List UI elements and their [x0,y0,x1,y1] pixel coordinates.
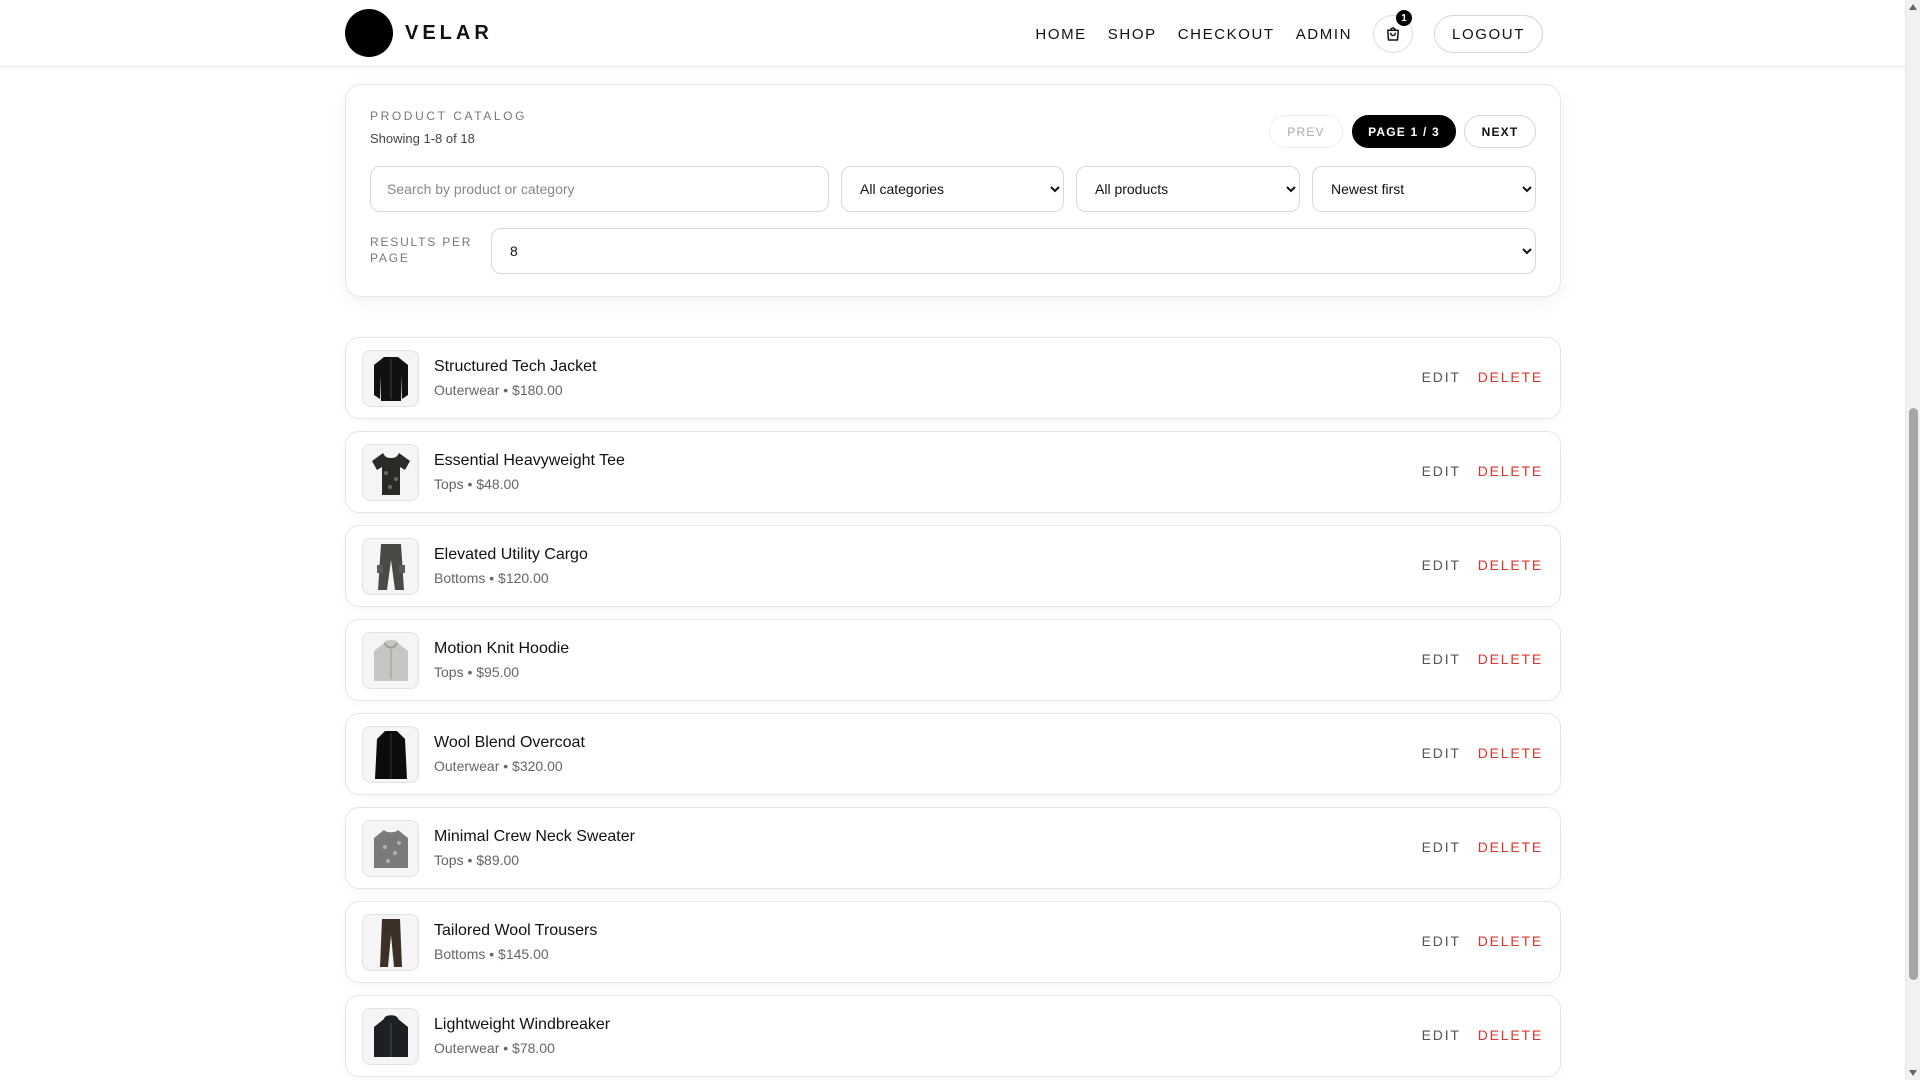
delete-button[interactable]: DELETE [1478,651,1543,667]
coat-icon [374,730,407,779]
product-row: Lightweight Windbreaker Outerwear • $78.… [345,995,1561,1077]
prev-page-button[interactable]: PREV [1269,115,1343,148]
edit-button[interactable]: EDIT [1422,933,1461,949]
scrollbar-thumb[interactable] [1909,408,1918,980]
main-nav: HOME SHOP CHECKOUT ADMIN 1 LOGOUT [1035,10,1543,53]
page-indicator: PAGE 1 / 3 [1352,115,1456,148]
product-meta: Bottoms • $145.00 [434,946,549,962]
pagination: PREV PAGE 1 / 3 NEXT [1269,115,1536,148]
nav-checkout[interactable]: CHECKOUT [1178,26,1275,43]
edit-button[interactable]: EDIT [1422,557,1461,573]
product-thumbnail [362,1008,419,1065]
brand-name: VELAR [405,21,493,44]
product-row: Motion Knit Hoodie Tops • $95.00 EDIT DE… [345,619,1561,701]
product-name: Minimal Crew Neck Sweater [434,828,635,845]
trousers-icon [376,543,405,590]
cart-button[interactable]: 1 [1373,10,1414,53]
logo-icon [345,9,393,57]
sweater-icon [373,829,408,868]
top-bar: VELAR HOME SHOP CHECKOUT ADMIN 1 LOGOUT [0,0,1905,67]
product-meta: Tops • $48.00 [434,476,520,492]
delete-button[interactable]: DELETE [1478,839,1543,855]
product-meta: Tops • $89.00 [434,852,520,868]
nav-shop[interactable]: SHOP [1108,26,1157,43]
product-thumbnail [362,444,419,501]
product-name: Wool Blend Overcoat [434,734,585,751]
cart-count-badge: 1 [1396,10,1413,26]
jacket-icon [373,356,408,401]
product-meta: Outerwear • $78.00 [434,1040,555,1056]
results-count: Showing 1-8 of 18 [370,131,475,146]
product-thumbnail [362,914,419,971]
product-thumbnail [362,632,419,689]
scroll-up-arrow-icon[interactable] [1909,4,1917,10]
product-row: Structured Tech Jacket Outerwear • $180.… [345,337,1561,419]
hoodie-icon [373,639,408,681]
delete-button[interactable]: DELETE [1478,1027,1543,1043]
product-name: Elevated Utility Cargo [434,546,588,563]
edit-button[interactable]: EDIT [1422,463,1461,479]
product-row: Elevated Utility Cargo Bottoms • $120.00… [345,525,1561,607]
product-row: Wool Blend Overcoat Outerwear • $320.00 … [345,713,1561,795]
product-thumbnail [362,820,419,877]
product-name: Tailored Wool Trousers [434,922,598,939]
product-name: Motion Knit Hoodie [434,640,570,657]
next-page-button[interactable]: NEXT [1464,115,1536,148]
product-thumbnail [362,726,419,783]
edit-button[interactable]: EDIT [1422,651,1461,667]
catalog-title: PRODUCT CATALOG [370,109,528,123]
product-thumbnail [362,538,419,595]
results-per-page-label: RESULTS PER PAGE [370,235,473,265]
nav-home[interactable]: HOME [1035,26,1086,43]
product-name: Structured Tech Jacket [434,358,597,375]
product-name: Lightweight Windbreaker [434,1016,611,1033]
logout-button[interactable]: LOGOUT [1434,15,1543,53]
product-row: Tailored Wool Trousers Bottoms • $145.00… [345,901,1561,983]
delete-button[interactable]: DELETE [1478,745,1543,761]
edit-button[interactable]: EDIT [1422,1027,1461,1043]
product-row: Essential Heavyweight Tee Tops • $48.00 … [345,431,1561,513]
edit-button[interactable]: EDIT [1422,745,1461,761]
brand[interactable]: VELAR [345,9,493,57]
admin-page: VELAR HOME SHOP CHECKOUT ADMIN 1 LOGOUT … [0,0,1920,1080]
catalog-panel: PRODUCT CATALOG Showing 1-8 of 18 PREV P… [345,84,1561,297]
trousers-icon [379,918,402,967]
product-meta: Tops • $95.00 [434,664,520,680]
product-filter-select[interactable]: All products [1076,166,1300,212]
search-input[interactable] [370,166,829,212]
delete-button[interactable]: DELETE [1478,369,1543,385]
shopping-bag-icon [1387,27,1400,41]
tshirt-icon [371,452,410,495]
edit-button[interactable]: EDIT [1422,369,1461,385]
sort-select[interactable]: Newest first [1312,166,1536,212]
product-name: Essential Heavyweight Tee [434,452,625,469]
results-per-page-select[interactable]: 8 [491,228,1536,274]
product-row: Minimal Crew Neck Sweater Tops • $89.00 … [345,807,1561,889]
category-select[interactable]: All categories [841,166,1064,212]
windbreaker-icon [373,1014,408,1057]
nav-admin[interactable]: ADMIN [1296,26,1352,43]
product-list: Structured Tech Jacket Outerwear • $180.… [345,337,1561,1080]
product-meta: Outerwear • $180.00 [434,382,563,398]
delete-button[interactable]: DELETE [1478,933,1543,949]
delete-button[interactable]: DELETE [1478,463,1543,479]
scroll-down-arrow-icon[interactable] [1909,1070,1917,1076]
delete-button[interactable]: DELETE [1478,557,1543,573]
edit-button[interactable]: EDIT [1422,839,1461,855]
page-scrollbar[interactable] [1905,0,1920,1080]
product-thumbnail [362,350,419,407]
product-meta: Outerwear • $320.00 [434,758,563,774]
product-meta: Bottoms • $120.00 [434,570,549,586]
